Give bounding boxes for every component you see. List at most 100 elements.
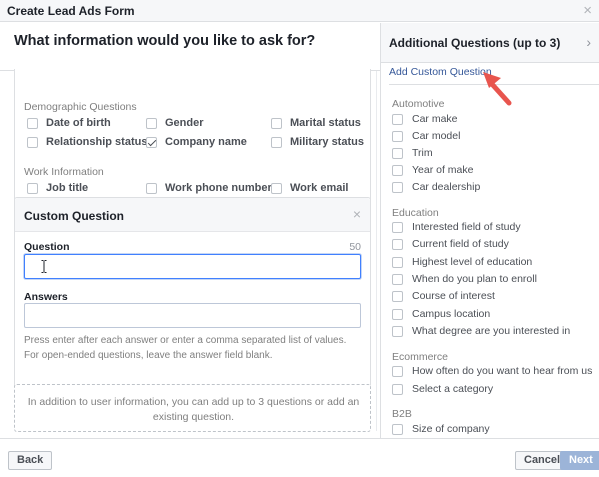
question-option[interactable]: Interested field of study: [392, 221, 521, 233]
scrollbar-track: [376, 71, 377, 431]
checkbox-work-phone-number[interactable]: Work phone number: [146, 182, 272, 194]
checkbox-icon[interactable]: [392, 290, 403, 302]
checkbox-icon[interactable]: [146, 117, 157, 129]
checkbox-job-title[interactable]: Job title: [27, 182, 88, 194]
checkbox-label: Date of birth: [46, 117, 111, 129]
checkbox-icon[interactable]: [392, 130, 403, 142]
checkbox-icon[interactable]: [271, 182, 282, 194]
checkbox-label: Company name: [165, 136, 247, 148]
question-option-label: Car make: [412, 113, 458, 125]
question-option[interactable]: Size of company: [392, 423, 490, 435]
checkbox-label: Gender: [165, 117, 204, 129]
question-option[interactable]: Car dealership: [392, 181, 480, 193]
checkbox-military-status[interactable]: Military status: [271, 136, 364, 148]
checkbox-label: Military status: [290, 136, 364, 148]
main-pane: What information would you like to ask f…: [0, 23, 380, 438]
question-option[interactable]: Car make: [392, 113, 458, 125]
question-option-label: Year of make: [412, 164, 474, 176]
question-option[interactable]: What degree are you interested in: [392, 325, 570, 337]
checkbox-icon[interactable]: [392, 423, 403, 435]
character-count: 50: [349, 241, 361, 253]
question-option-label: Car dealership: [412, 181, 481, 193]
chevron-right-icon[interactable]: ›: [586, 34, 591, 50]
question-option-label: What degree are you interested in: [412, 325, 571, 337]
custom-question-card: Custom Question × Question 50 Answers Pr…: [14, 197, 371, 393]
check-icon[interactable]: [146, 136, 157, 148]
custom-question-title: Custom Question: [24, 209, 125, 223]
question-option[interactable]: Course of interest: [392, 290, 495, 302]
custom-question-header: Custom Question ×: [15, 198, 370, 232]
checkbox-icon[interactable]: [392, 181, 403, 193]
checkbox-date-of-birth[interactable]: Date of birth: [27, 117, 111, 129]
checkbox-work-email[interactable]: Work email: [271, 182, 349, 194]
close-icon[interactable]: ×: [583, 2, 592, 19]
question-option[interactable]: Trim: [392, 147, 433, 159]
checkbox-icon[interactable]: [392, 365, 403, 377]
question-option-label: Campus location: [412, 308, 491, 320]
checkbox-icon[interactable]: [392, 113, 403, 125]
checkbox-label: Marital status: [290, 117, 361, 129]
answers-label: Answers: [24, 291, 68, 303]
question-option[interactable]: Select a category: [392, 383, 493, 395]
arrow-icon: [483, 72, 512, 106]
question-option-label: Highest level of education: [412, 256, 533, 268]
checkbox-icon[interactable]: [392, 273, 403, 285]
section-label-education: Education: [392, 207, 439, 219]
checkbox-relationship-status[interactable]: Relationship status: [27, 136, 147, 148]
checkbox-icon[interactable]: [392, 147, 403, 159]
work-section-label: Work Information: [24, 166, 104, 178]
checkbox-icon[interactable]: [392, 221, 403, 233]
checkbox-label: Work email: [290, 182, 349, 194]
checkbox-icon[interactable]: [27, 182, 38, 194]
question-option[interactable]: When do you plan to enroll: [392, 273, 537, 285]
window-titlebar: Create Lead Ads Form ×: [0, 0, 599, 22]
checkbox-icon[interactable]: [392, 256, 403, 268]
answers-help-text: Press enter after each answer or enter a…: [24, 335, 347, 361]
demographic-section-label: Demographic Questions: [24, 101, 137, 113]
user-information-card: Demographic Questions Date of birth Gend…: [14, 69, 371, 203]
checkbox-icon[interactable]: [392, 238, 403, 250]
question-option-label: Current field of study: [412, 238, 509, 250]
question-option[interactable]: Year of make: [392, 164, 473, 176]
answers-input[interactable]: [24, 303, 361, 328]
checkbox-marital-status[interactable]: Marital status: [271, 117, 361, 129]
back-button[interactable]: Back: [8, 451, 53, 470]
question-option-label: Size of company: [412, 423, 490, 435]
checkbox-label: Work phone number: [165, 182, 272, 194]
sidebar-title: Additional Questions (up to 3): [389, 36, 561, 50]
checkbox-icon[interactable]: [392, 164, 403, 176]
checkbox-label: Relationship status: [46, 136, 148, 148]
section-label-ecommerce: Ecommerce: [392, 351, 449, 363]
question-option[interactable]: Campus location: [392, 308, 490, 320]
checkbox-icon[interactable]: [271, 136, 282, 148]
question-option[interactable]: Highest level of education: [392, 256, 532, 268]
checkbox-icon[interactable]: [27, 136, 38, 148]
question-option[interactable]: How often do you want to hear from us: [392, 365, 592, 377]
question-option[interactable]: Car model: [392, 130, 460, 142]
ibeam-cursor-icon: [41, 260, 47, 273]
section-label-automotive: Automotive: [392, 98, 445, 110]
checkbox-icon[interactable]: [392, 325, 403, 337]
checkbox-gender[interactable]: Gender: [146, 117, 204, 129]
add-custom-question-link[interactable]: Add Custom Question: [389, 66, 492, 78]
checkbox-icon[interactable]: [271, 117, 282, 129]
checkbox-icon[interactable]: [392, 383, 403, 395]
checkbox-icon[interactable]: [146, 182, 157, 194]
question-option-label: Select a category: [412, 383, 494, 395]
section-label-b2b: B2B: [392, 408, 412, 420]
question-option[interactable]: Current field of study: [392, 238, 509, 250]
next-button[interactable]: Next: [560, 451, 599, 470]
add-question-placeholder[interactable]: In addition to user information, you can…: [14, 384, 371, 432]
window-title: Create Lead Ads Form: [7, 4, 135, 18]
question-option-label: How often do you want to hear from us: [412, 365, 593, 377]
question-label: Question: [24, 241, 70, 253]
close-icon[interactable]: ×: [353, 206, 361, 222]
question-option-label: Interested field of study: [412, 221, 521, 233]
checkbox-icon[interactable]: [27, 117, 38, 129]
checkbox-company-name[interactable]: Company name: [146, 136, 247, 148]
page-title: What information would you like to ask f…: [14, 33, 316, 49]
checkbox-icon[interactable]: [392, 308, 403, 320]
checkbox-label: Job title: [46, 182, 89, 194]
question-input[interactable]: [24, 254, 361, 279]
sidebar-header: Additional Questions (up to 3) ›: [381, 23, 599, 63]
